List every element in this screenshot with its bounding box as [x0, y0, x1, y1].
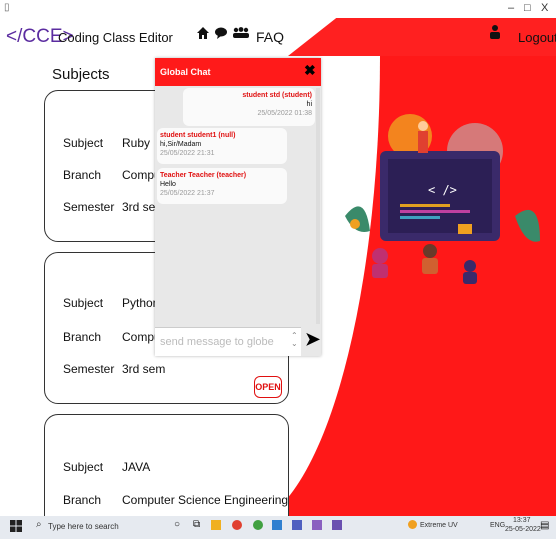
- semester-label: Semester: [63, 362, 115, 376]
- taskbar-search-input[interactable]: Type here to search: [48, 522, 119, 531]
- chat-input-placeholder: send message to globe: [160, 336, 274, 348]
- cortana-icon[interactable]: ○: [174, 519, 180, 530]
- semester-value: 3rd sem: [122, 362, 166, 376]
- minimize-button[interactable]: –: [508, 2, 514, 14]
- user-icon[interactable]: [489, 24, 501, 43]
- branch-label: Branch: [63, 493, 102, 507]
- logout-button[interactable]: Logout: [518, 30, 556, 45]
- subjects-title: Subjects: [52, 66, 110, 83]
- close-button[interactable]: X: [541, 2, 548, 14]
- app-icon[interactable]: [272, 520, 282, 530]
- app-icon[interactable]: [292, 520, 302, 530]
- message-time: 25/05/2022 01:38: [257, 110, 313, 117]
- chat-message: student student1 (null) hi,Sir/Madam 25/…: [157, 128, 287, 164]
- chat-icon[interactable]: [214, 26, 228, 44]
- svg-text:< />: < />: [428, 183, 457, 197]
- send-icon[interactable]: ➤: [305, 329, 320, 350]
- subject-label: Subject: [63, 460, 104, 474]
- notification-icon[interactable]: ▤: [540, 520, 549, 531]
- window-titlebar: ▯ – □ X: [0, 0, 556, 18]
- message-time: 25/05/2022 21:31: [160, 150, 215, 157]
- search-icon[interactable]: ⌕: [36, 519, 42, 530]
- branch-label: Branch: [63, 330, 102, 344]
- subject-label: Subject: [63, 136, 104, 150]
- chat-title: Global Chat: [160, 67, 211, 77]
- input-spinner-icon[interactable]: ⌃ ⌄: [291, 332, 298, 348]
- message-sender: student student1 (null): [160, 132, 236, 139]
- app-icon[interactable]: [312, 520, 322, 530]
- chat-scrollbar[interactable]: [316, 88, 320, 324]
- coding-illustration: < />: [345, 114, 540, 284]
- windows-start-icon[interactable]: [10, 520, 22, 535]
- app-title: Coding Class Editor: [58, 30, 173, 45]
- chrome-icon[interactable]: [232, 520, 242, 530]
- chat-message: student std (student) hi 25/05/2022 01:3…: [183, 88, 315, 126]
- branch-label: Branch: [63, 168, 102, 182]
- weather-text[interactable]: Extreme UV: [420, 522, 458, 529]
- message-time: 25/05/2022 21:37: [160, 190, 215, 197]
- app-window-icon: ▯: [4, 2, 10, 13]
- message-sender: Teacher Teacher (teacher): [160, 172, 247, 179]
- subject-value: JAVA: [122, 460, 151, 474]
- subject-value: Ruby: [122, 136, 151, 150]
- task-view-icon[interactable]: ⧉: [193, 519, 200, 530]
- maximize-button[interactable]: □: [524, 2, 531, 14]
- app-icon[interactable]: [332, 520, 342, 530]
- subject-value: Python: [122, 296, 160, 310]
- clock-date[interactable]: 25-05-2022: [505, 526, 541, 533]
- message-sender: student std (student): [242, 92, 312, 99]
- chat-message: Teacher Teacher (teacher) Hello 25/05/20…: [157, 168, 287, 204]
- message-text: hi: [306, 101, 312, 108]
- clock-time[interactable]: 13:37: [513, 517, 531, 524]
- file-explorer-icon[interactable]: [211, 520, 221, 530]
- group-icon[interactable]: [232, 26, 250, 44]
- branch-value: Computer Science Engineering: [122, 493, 289, 507]
- subject-label: Subject: [63, 296, 104, 310]
- app-icon[interactable]: [253, 520, 263, 530]
- language-indicator[interactable]: ENG: [490, 522, 505, 529]
- close-icon[interactable]: ✖: [304, 62, 316, 79]
- weather-icon[interactable]: [408, 520, 417, 529]
- faq-link[interactable]: FAQ: [256, 29, 284, 45]
- message-text: hi,Sir/Madam: [160, 141, 202, 148]
- semester-label: Semester: [63, 200, 115, 214]
- message-text: Hello: [160, 181, 176, 188]
- home-icon[interactable]: [196, 26, 210, 44]
- open-button[interactable]: OPEN: [254, 376, 282, 398]
